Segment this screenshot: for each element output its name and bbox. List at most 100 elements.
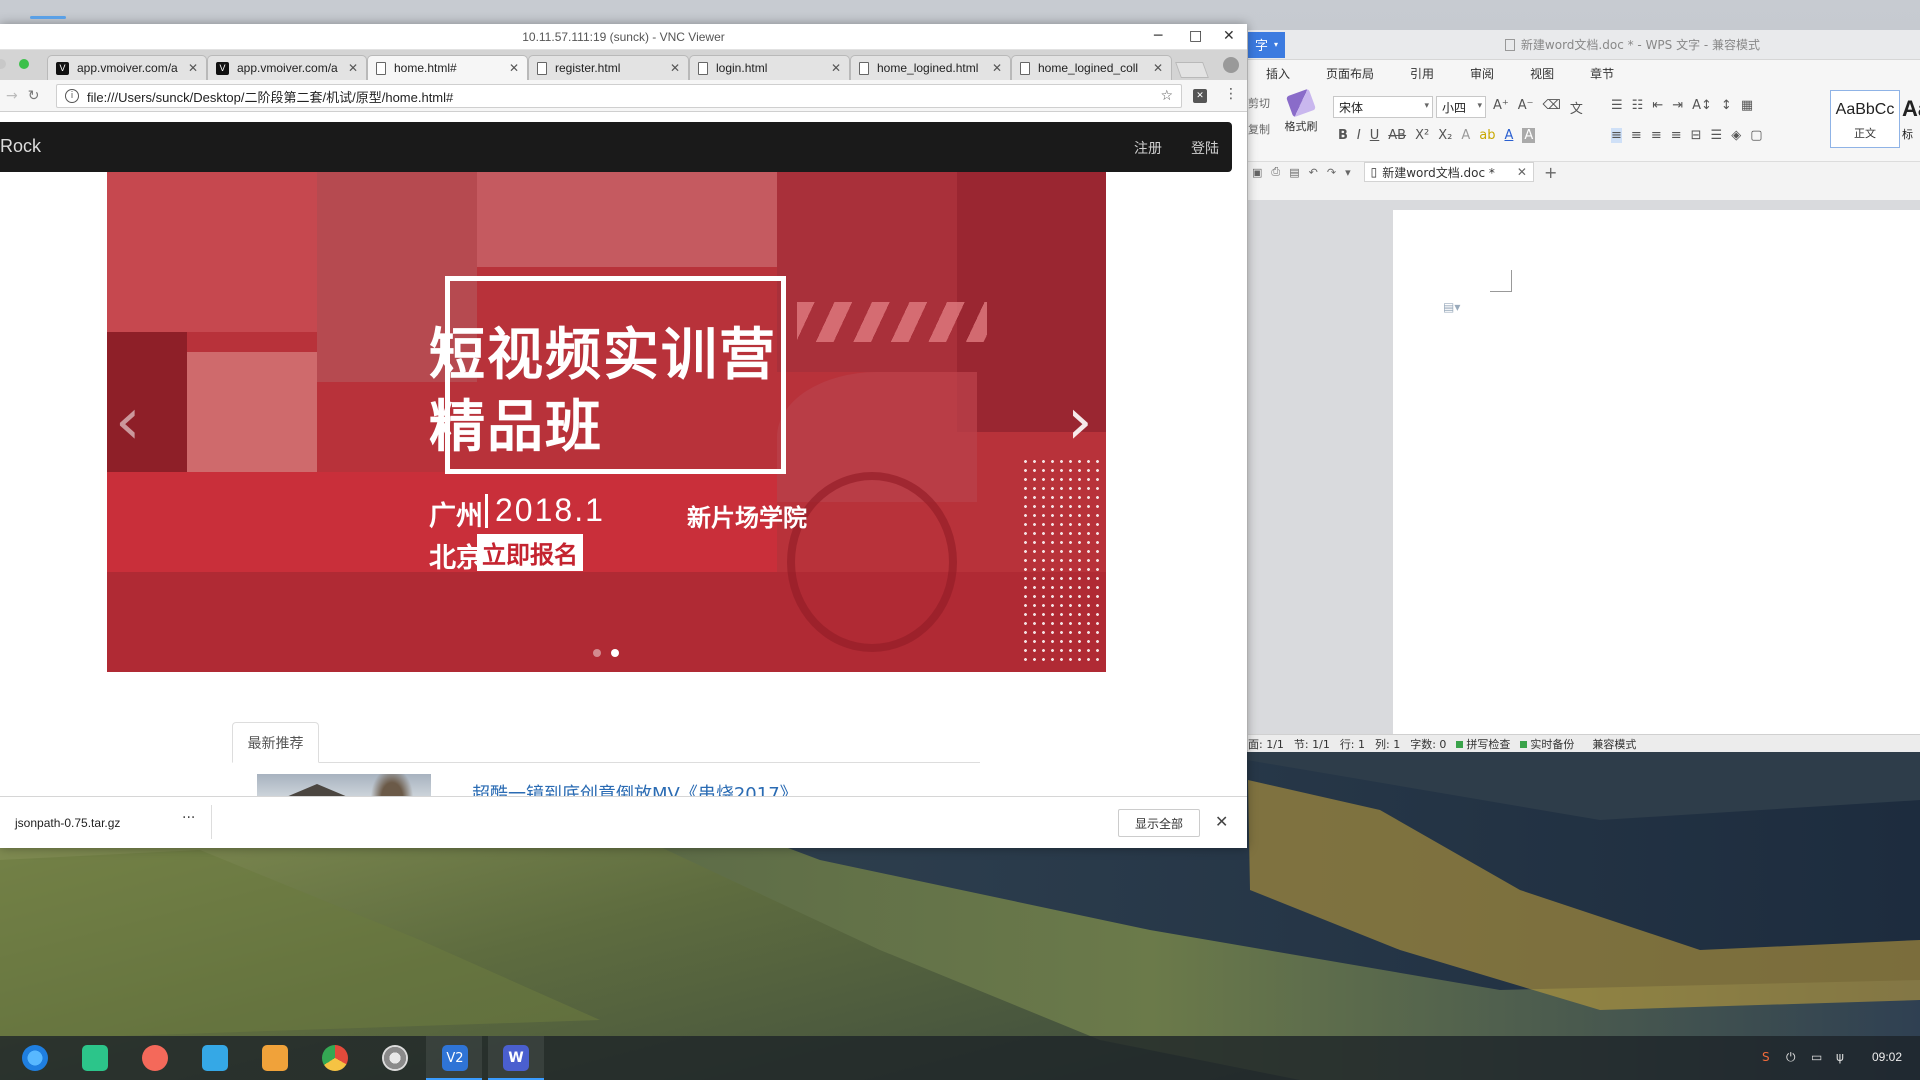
browser-tab[interactable]: home_logined_coll ✕ bbox=[1011, 55, 1172, 80]
carousel-indicator-2-active[interactable] bbox=[611, 649, 619, 657]
close-icon[interactable]: ✕ bbox=[1223, 28, 1235, 44]
borders-icon[interactable]: ▢ bbox=[1750, 128, 1762, 143]
font-size-select[interactable]: 小四 ▾ bbox=[1436, 96, 1486, 118]
clear-format-icon[interactable]: ⌫ bbox=[1543, 98, 1561, 117]
article-thumbnail[interactable] bbox=[257, 774, 431, 796]
status-spellcheck[interactable]: 拼写检查 bbox=[1456, 736, 1510, 752]
browser-tab-active[interactable]: home.html# ✕ bbox=[367, 55, 528, 80]
wps-page[interactable]: ▤▾ bbox=[1393, 210, 1920, 734]
vnc-viewer-icon[interactable]: V2 bbox=[439, 1042, 471, 1074]
browser-tab[interactable]: V app.vmoiver.com/a ✕ bbox=[47, 55, 207, 80]
reload-icon[interactable]: ↻ bbox=[28, 88, 40, 104]
window-zoom-dot-icon[interactable] bbox=[19, 59, 29, 69]
close-icon[interactable]: ✕ bbox=[831, 61, 841, 75]
close-icon[interactable]: ✕ bbox=[188, 61, 198, 75]
extension-icon[interactable]: ✕ bbox=[1193, 89, 1207, 103]
italic-icon[interactable]: I bbox=[1357, 128, 1361, 143]
redo-icon[interactable]: ↷ bbox=[1327, 166, 1336, 179]
line-spacing-icon[interactable]: ☰ bbox=[1711, 128, 1723, 143]
banner-carousel[interactable]: 短视频实训营 精品班 广州 2018.1 北京 立即报名 新片场学院 ‹ › bbox=[107, 172, 1106, 672]
app-store-icon[interactable] bbox=[199, 1042, 231, 1074]
close-icon[interactable]: ✕ bbox=[1153, 61, 1163, 75]
settings-icon[interactable] bbox=[379, 1042, 411, 1074]
carousel-indicator-1[interactable] bbox=[593, 649, 601, 657]
decrease-indent-icon[interactable]: ⇤ bbox=[1652, 98, 1663, 113]
browser-tab[interactable]: register.html ✕ bbox=[528, 55, 689, 80]
article-title-link[interactable]: 超酷一镜到底创意倒放MV《串烧2017》 bbox=[472, 780, 798, 796]
print-preview-icon[interactable]: ▤ bbox=[1289, 166, 1299, 179]
increase-indent-icon[interactable]: ⇥ bbox=[1672, 98, 1683, 113]
font-name-select[interactable]: 宋体 ▾ bbox=[1333, 96, 1433, 118]
show-all-downloads-button[interactable]: 显示全部 bbox=[1118, 809, 1200, 837]
table-icon[interactable]: ▦ bbox=[1741, 98, 1753, 113]
menu-chapter[interactable]: 章节 bbox=[1572, 65, 1632, 82]
launcher-icon[interactable] bbox=[19, 1042, 51, 1074]
usb-icon[interactable]: ψ bbox=[1836, 1050, 1844, 1064]
carousel-next-arrow-icon[interactable]: › bbox=[1067, 390, 1093, 454]
superscript-icon[interactable]: X² bbox=[1415, 128, 1429, 143]
screen-recorder-icon[interactable] bbox=[139, 1042, 171, 1074]
banner-signup-cta[interactable]: 立即报名 bbox=[477, 534, 583, 571]
shrink-font-icon[interactable]: A⁻ bbox=[1518, 98, 1534, 117]
style-heading[interactable]: Aa 标 bbox=[1902, 90, 1920, 148]
archive-icon[interactable] bbox=[259, 1042, 291, 1074]
login-link[interactable]: 登陆 bbox=[1191, 138, 1219, 158]
highlight-icon[interactable]: ab bbox=[1479, 128, 1495, 143]
subscript-icon[interactable]: X₂ bbox=[1438, 128, 1452, 143]
browser-tab[interactable]: login.html ✕ bbox=[689, 55, 850, 80]
new-tab-button[interactable] bbox=[1175, 62, 1209, 78]
power-icon[interactable]: ⏻ bbox=[1786, 1050, 1796, 1065]
align-left-icon[interactable]: ≡ bbox=[1611, 128, 1622, 143]
chinese-layout-icon[interactable]: A↕ bbox=[1692, 98, 1712, 113]
tab-latest-recommendations[interactable]: 最新推荐 bbox=[232, 722, 319, 763]
style-normal[interactable]: AaBbCc 正文 bbox=[1830, 90, 1900, 148]
menu-view[interactable]: 视图 bbox=[1512, 65, 1572, 82]
format-painter-button[interactable]: 格式刷 bbox=[1276, 88, 1326, 134]
bookmark-star-icon[interactable]: ☆ bbox=[1160, 88, 1173, 104]
close-icon[interactable]: ✕ bbox=[348, 61, 358, 75]
bullet-list-icon[interactable]: ☰ bbox=[1611, 98, 1623, 113]
browser-tab[interactable]: home_logined.html ✕ bbox=[850, 55, 1011, 80]
register-link[interactable]: 注册 bbox=[1134, 138, 1162, 158]
print-icon[interactable]: ⎙ bbox=[1271, 165, 1280, 179]
close-icon[interactable]: ✕ bbox=[670, 61, 680, 75]
shading-icon[interactable]: ◈ bbox=[1731, 128, 1741, 143]
undo-icon[interactable]: ↶ bbox=[1309, 166, 1318, 179]
align-right-icon[interactable]: ≡ bbox=[1651, 128, 1662, 143]
minimize-icon[interactable]: ─ bbox=[1154, 28, 1162, 44]
char-shading-icon[interactable]: A bbox=[1522, 128, 1536, 143]
wps-app-menu-button[interactable]: 字 ▾ bbox=[1248, 31, 1285, 58]
menu-review[interactable]: 审阅 bbox=[1452, 65, 1512, 82]
menu-kebab-icon[interactable]: ⋮ bbox=[1224, 86, 1238, 102]
wps-document-tab[interactable]: ▯ 新建word文档.doc * ✕ bbox=[1363, 162, 1534, 182]
status-backup[interactable]: 实时备份 bbox=[1520, 736, 1574, 752]
justify-icon[interactable]: ≡ bbox=[1671, 128, 1682, 143]
menu-references[interactable]: 引用 bbox=[1392, 65, 1452, 82]
close-icon[interactable]: ✕ bbox=[1517, 165, 1527, 179]
align-center-icon[interactable]: ≡ bbox=[1631, 128, 1642, 143]
wps-writer-icon[interactable]: W bbox=[500, 1042, 532, 1074]
save-icon[interactable]: ▣ bbox=[1252, 166, 1262, 179]
close-icon[interactable]: ✕ bbox=[1215, 812, 1228, 831]
menu-insert[interactable]: 插入 bbox=[1248, 65, 1308, 82]
system-clock[interactable]: 09:02 bbox=[1872, 1050, 1902, 1064]
text-effect-icon[interactable]: A bbox=[1461, 128, 1470, 143]
new-tab-plus-icon[interactable]: + bbox=[1544, 163, 1557, 182]
profile-avatar-icon[interactable] bbox=[1223, 57, 1239, 73]
window-close-dot-icon[interactable] bbox=[0, 59, 6, 69]
download-more-icon[interactable]: ··· bbox=[182, 810, 195, 826]
address-bar[interactable]: i file:///Users/sunck/Desktop/二阶段第二套/机试/… bbox=[56, 84, 1182, 108]
forward-arrow-icon[interactable]: → bbox=[6, 88, 18, 104]
file-manager-icon[interactable] bbox=[79, 1042, 111, 1074]
sort-icon[interactable]: ↕ bbox=[1721, 98, 1732, 113]
close-icon[interactable]: ✕ bbox=[509, 61, 519, 75]
carousel-prev-arrow-icon[interactable]: ‹ bbox=[115, 390, 141, 454]
info-icon[interactable]: i bbox=[65, 89, 79, 103]
input-method-icon[interactable]: S bbox=[1762, 1050, 1770, 1064]
pinyin-icon[interactable]: 文 bbox=[1570, 98, 1583, 117]
grow-font-icon[interactable]: A⁺ bbox=[1493, 98, 1509, 117]
font-color-icon[interactable]: A bbox=[1504, 128, 1513, 143]
download-item-filename[interactable]: jsonpath-0.75.tar.gz bbox=[15, 816, 120, 830]
browser-tab[interactable]: V app.vmoiver.com/a ✕ bbox=[207, 55, 367, 80]
strikethrough-icon[interactable]: AB bbox=[1388, 128, 1406, 143]
